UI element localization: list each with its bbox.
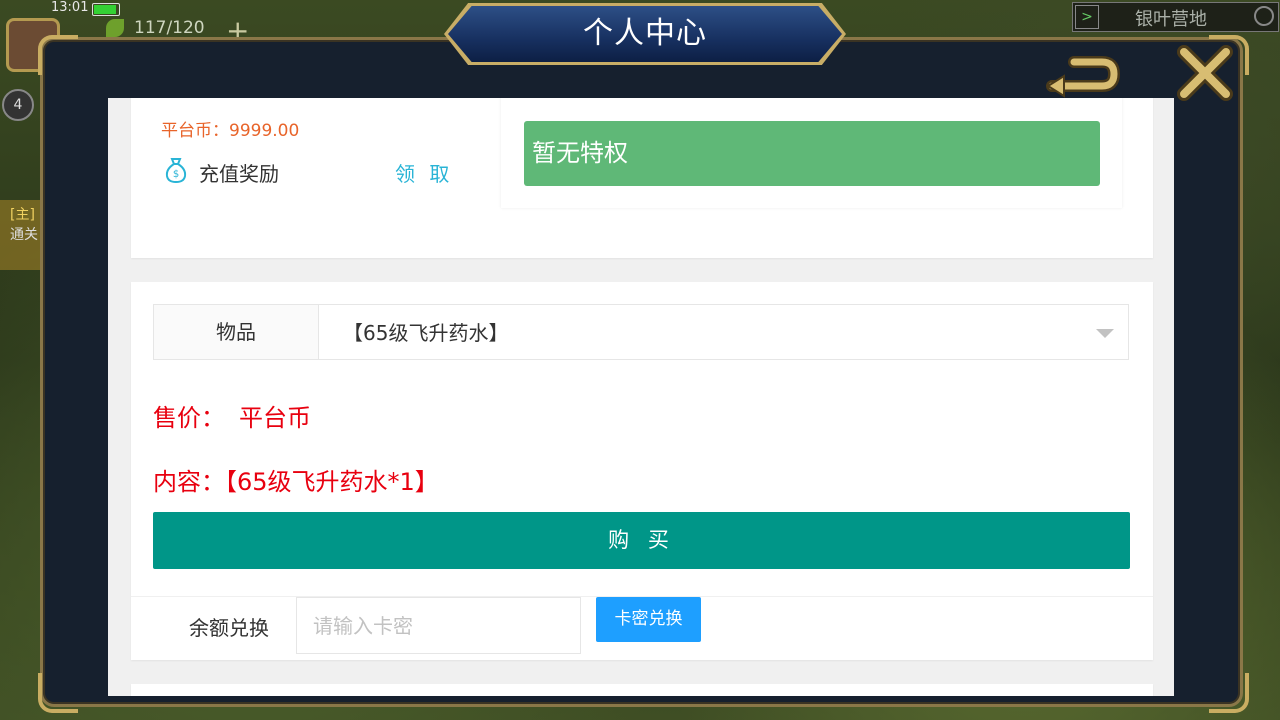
quest-tracker[interactable]: [主] 通关 [0,200,40,270]
price-value: 平台币 [239,404,311,432]
price-line: 售价： 平台币 [153,398,311,433]
platform-coin-balance: 平台币：9999.00 [161,121,300,141]
stamina-counter: 117/120 [106,18,205,38]
stamina-value: 117/120 [134,18,205,38]
back-icon[interactable] [1044,50,1120,98]
chevron-down-icon [1096,329,1114,338]
privilege-panel: 暂无特权 [501,98,1122,208]
price-label: 售价： [153,404,225,432]
redeem-label: 余额兑换 [189,616,269,640]
frame-corner [38,35,78,75]
contents-value: 【65级飞升药水*1】 [225,468,439,496]
contents-line: 内容：【65级飞升药水*1】 [153,462,439,497]
redeem-card-button[interactable]: 卡密兑换 [596,597,701,642]
svg-text:$: $ [173,169,179,180]
item-select-value: 【65级飞升药水】 [343,321,509,345]
expand-arrow-icon[interactable]: > [1075,5,1099,29]
location-name: 银叶营地 [1135,9,1207,30]
dialog-content[interactable]: 平台币：9999.00 $ 充值奖励 领 取 暂无特权 物品 【65级飞升药水】… [108,98,1174,696]
player-level-badge: 4 [2,89,34,121]
close-icon[interactable] [1176,44,1234,102]
frame-corner [1209,673,1249,713]
card-key-input[interactable] [296,597,581,654]
item-label: 物品 [154,305,319,359]
battery-icon [92,3,120,16]
contents-label: 内容： [153,468,225,496]
recharge-reward-label: 充值奖励 [199,162,279,186]
stamina-icon [106,19,124,37]
buy-button[interactable]: 购 买 [153,512,1130,569]
location-bar: > 银叶营地 [1072,2,1279,32]
claim-reward-link[interactable]: 领 取 [395,158,453,187]
clock: 13:01 [51,0,89,15]
item-select[interactable]: 【65级飞升药水】 [319,305,1128,359]
shop-card: 物品 【65级飞升药水】 售价： 平台币 内容：【65级飞升药水*1】 购 买 余… [131,282,1153,660]
money-bag-icon: $ [165,158,187,183]
quest-tag-label: [主] [10,207,35,223]
frame-corner [38,673,78,713]
next-card [131,684,1153,696]
item-selector-row: 物品 【65级飞升药水】 [153,304,1129,360]
dialog-title: 个人中心 [583,16,707,51]
privilege-status: 暂无特权 [524,121,1100,186]
account-card: 平台币：9999.00 $ 充值奖励 领 取 暂无特权 [131,98,1153,258]
search-icon[interactable] [1254,6,1274,26]
quest-text: 通关 [10,227,38,243]
